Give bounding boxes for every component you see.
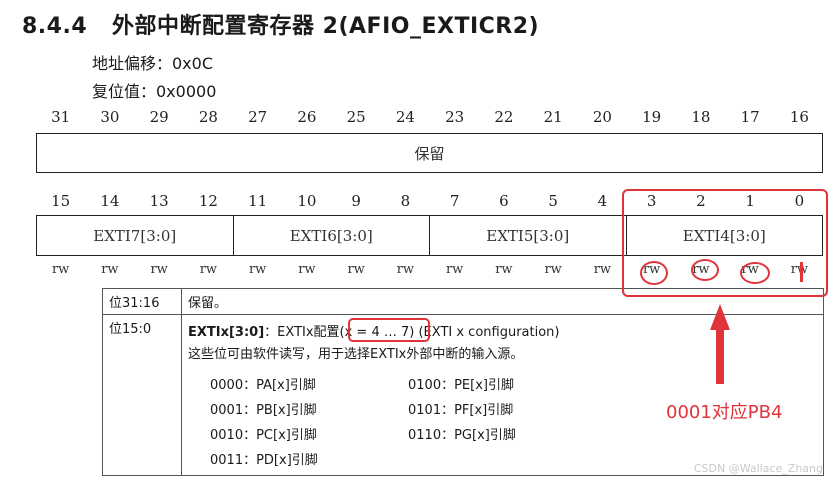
- access-label: rw: [593, 262, 612, 277]
- bit-number: 11: [248, 192, 268, 210]
- section-title: 外部中断配置寄存器 2(AFIO_EXTICR2): [112, 14, 540, 39]
- section-heading: 8.4.4 外部中断配置寄存器 2(AFIO_EXTICR2): [22, 8, 539, 40]
- bit-number: 8: [400, 192, 411, 210]
- bit-number: 21: [543, 108, 563, 126]
- bit-number: 16: [789, 108, 809, 126]
- bit-number: 15: [51, 192, 71, 210]
- source-item: 0101：PF[x]引脚: [408, 403, 514, 418]
- access-label: rw: [298, 262, 316, 277]
- source-item: 0011：PD[x]引脚: [210, 453, 318, 468]
- bit-number: 6: [499, 192, 509, 210]
- bit-number: 25: [346, 108, 366, 126]
- field-config: ) (EXTI x configuration): [409, 325, 560, 340]
- access-label: rw: [445, 262, 464, 277]
- bit-number: 27: [248, 108, 268, 126]
- bit-number: 19: [642, 108, 662, 126]
- address-offset: 地址偏移：0x0C: [92, 54, 214, 73]
- highlight-range-box: [348, 318, 430, 342]
- field-exti5: EXTI5[3:0]: [429, 216, 626, 255]
- highlight-tick-mark: [800, 262, 803, 282]
- bit-number: 20: [592, 108, 612, 126]
- bit-number: 17: [740, 108, 760, 126]
- bit-number: 5: [548, 192, 558, 210]
- field-exti7: EXTI7[3:0]: [93, 226, 177, 245]
- highlight-rw-circle: [740, 262, 770, 284]
- bit-number: 30: [100, 108, 120, 126]
- source-item: 0000：PA[x]引脚: [210, 378, 316, 393]
- watermark: CSDN @Wallace_Zhang: [693, 462, 823, 475]
- access-label: rw: [150, 262, 168, 277]
- field-exti6: EXTI6[3:0]: [232, 216, 430, 255]
- bit-number: 22: [494, 108, 514, 126]
- source-item: 0010：PC[x]引脚: [210, 428, 317, 443]
- source-item: 0110：PG[x]引脚: [408, 428, 516, 443]
- bit-number: 23: [445, 108, 465, 126]
- arrow-up-icon: [710, 304, 730, 384]
- access-label: rw: [199, 262, 218, 277]
- bit-number: 14: [100, 192, 120, 210]
- access-label: rw: [544, 262, 562, 277]
- access-label: rw: [101, 262, 119, 277]
- reserved-field: 保留: [414, 144, 445, 163]
- bit-number: 4: [597, 192, 608, 210]
- bit-number: 9: [351, 192, 361, 210]
- bit-number: 12: [198, 192, 218, 210]
- access-label: rw: [51, 262, 70, 277]
- bits-cell: 位15:0: [102, 314, 182, 476]
- access-label: rw: [347, 262, 365, 277]
- bit-number: 13: [149, 192, 169, 210]
- access-label: rw: [248, 262, 267, 277]
- bit-number: 28: [198, 108, 218, 126]
- highlight-rw-circle: [691, 259, 719, 281]
- upper-bit-numbers: 31 30 29 28 27 26 25 24 23 22 21 20 19 1…: [36, 108, 824, 128]
- bit-number: 7: [449, 192, 460, 210]
- annotation-text: 0001对应PB4: [666, 402, 783, 423]
- upper-register-box: 保留: [36, 133, 823, 173]
- field-name-suffix: ：EXTIx配置(: [264, 325, 345, 340]
- field-name: EXTIx[3:0]: [188, 325, 265, 340]
- bit-number: 26: [297, 108, 317, 126]
- source-item: 0100：PE[x]引脚: [408, 378, 514, 393]
- source-item: [408, 449, 608, 468]
- bit-number: 18: [691, 108, 711, 126]
- access-label: rw: [396, 262, 415, 277]
- bits-cell: 位31:16: [102, 288, 182, 315]
- section-number: 8.4.4: [22, 14, 88, 39]
- arrow-shape: [710, 304, 730, 384]
- highlight-rw-circle: [640, 261, 668, 285]
- access-label: rw: [495, 262, 513, 277]
- bit-number: 10: [297, 192, 317, 210]
- bit-number: 31: [51, 108, 71, 126]
- source-item: 0001：PB[x]引脚: [210, 403, 317, 418]
- reset-value: 复位值：0x0000: [92, 82, 217, 101]
- bit-number: 24: [395, 108, 415, 126]
- bit-number: 29: [149, 108, 169, 126]
